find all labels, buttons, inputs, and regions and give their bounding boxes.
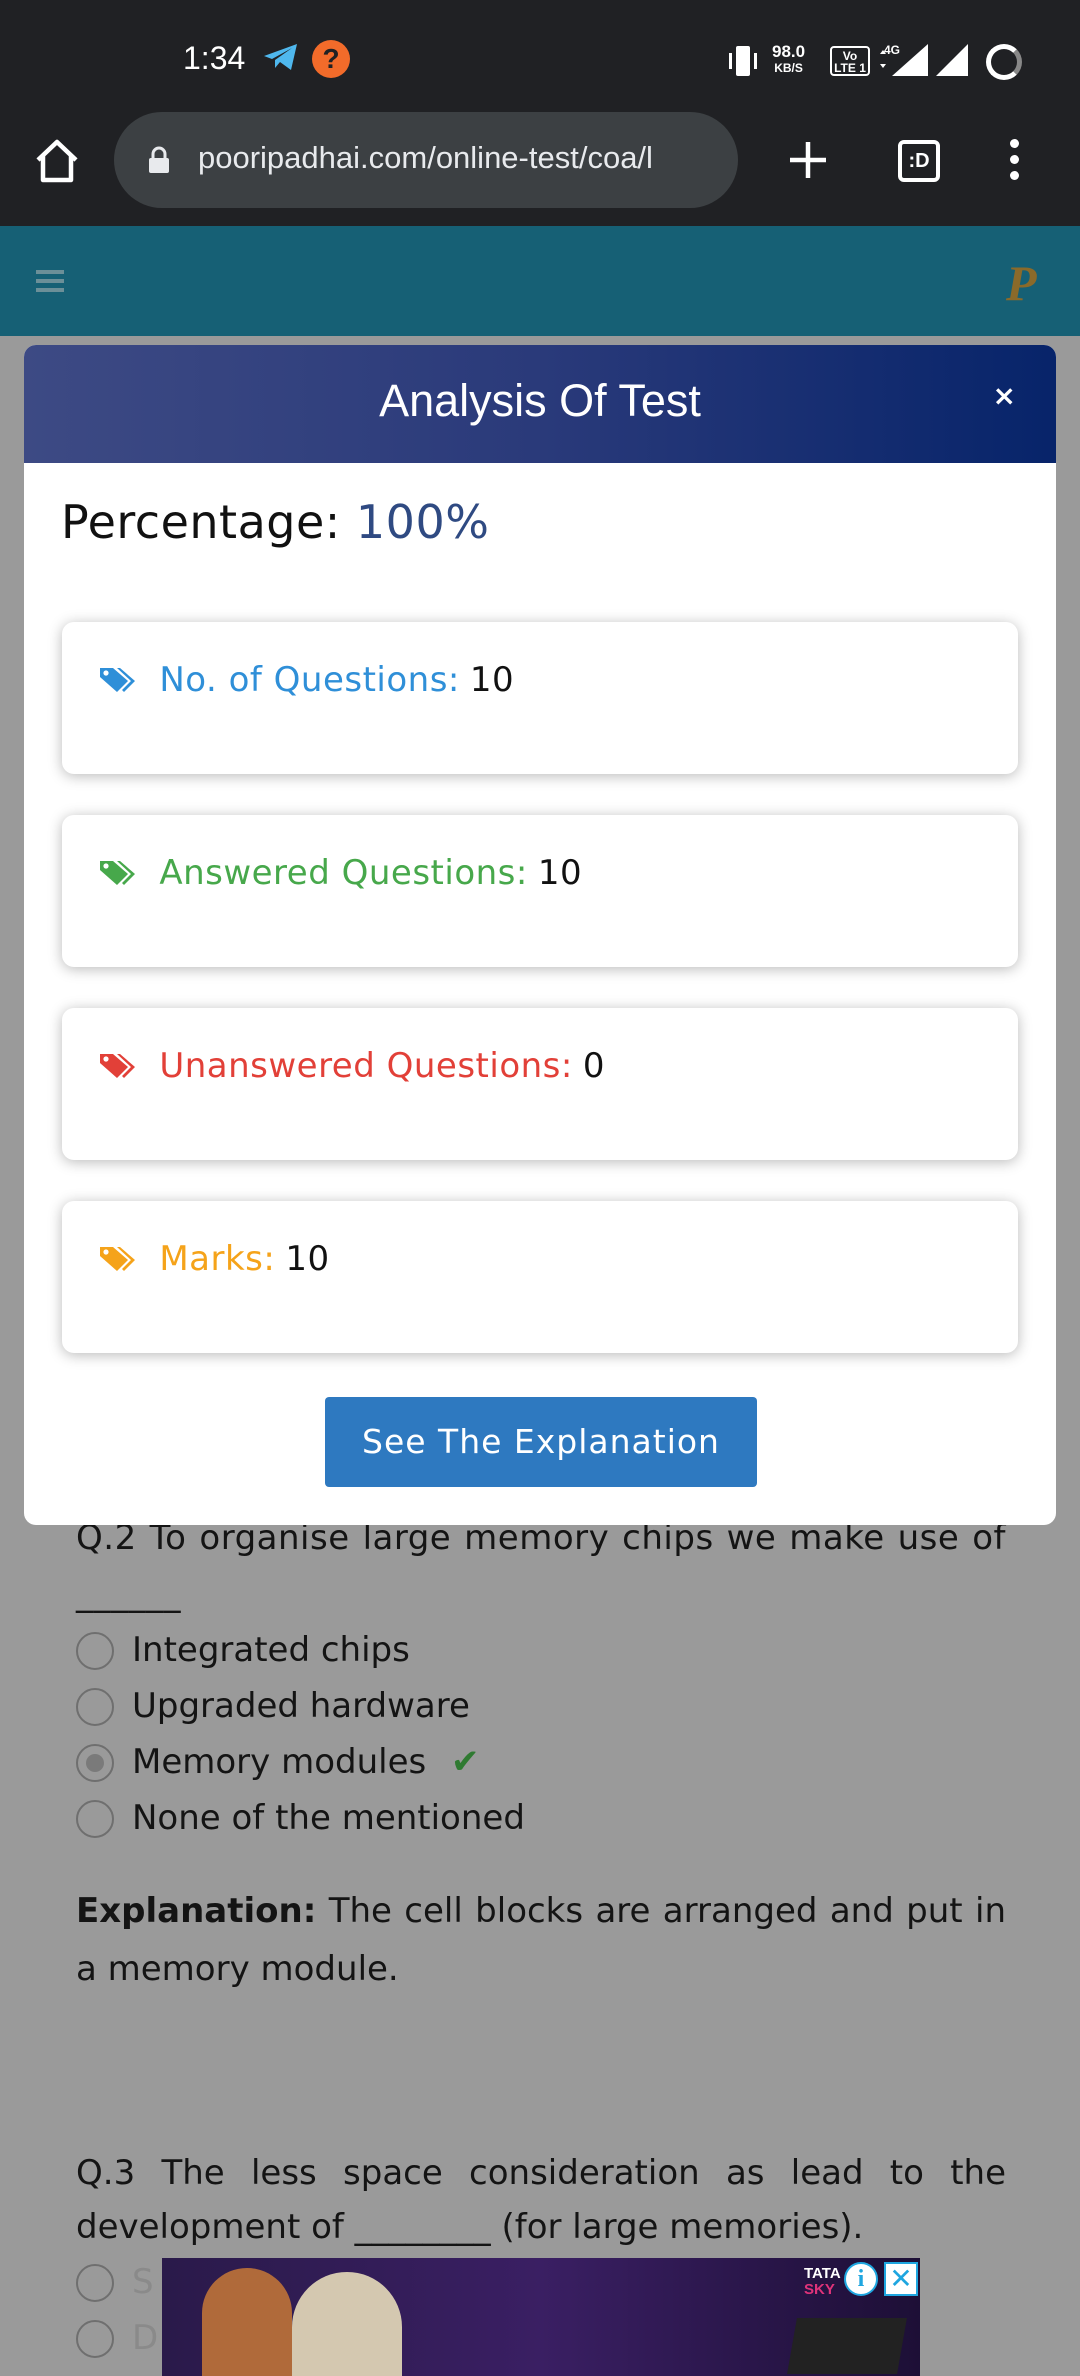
stat-card-answered: Answered Questions: 10: [62, 815, 1018, 967]
analysis-modal: Analysis Of Test × Percentage: 100% No. …: [24, 345, 1056, 1525]
lock-icon: [149, 146, 169, 173]
option-upgraded-hardware[interactable]: Upgraded hardware: [76, 1678, 1006, 1734]
ad-image-device: [787, 2318, 907, 2374]
vibrate-icon: [729, 46, 757, 76]
stat-label: No. of Questions:: [159, 660, 460, 700]
ad-brand-name: TATA: [804, 2265, 841, 2282]
battery-icon: [986, 44, 1022, 80]
option-label: Integrated chips: [132, 1630, 410, 1670]
radio-button[interactable]: [76, 2264, 114, 2302]
site-logo: P: [1006, 255, 1037, 311]
telegram-icon: [264, 44, 297, 70]
modal-title: Analysis Of Test: [379, 375, 701, 426]
tags-icon: [100, 861, 135, 885]
home-icon[interactable]: [34, 138, 80, 184]
correct-check-icon: ✔: [451, 1742, 480, 1782]
ad-image-person: [292, 2272, 402, 2376]
signal-icon: [936, 44, 968, 76]
tags-icon: [100, 1247, 135, 1271]
tags-icon: [100, 668, 135, 692]
tab-switcher-button[interactable]: :D: [898, 140, 940, 182]
percentage-value: 100%: [355, 495, 490, 549]
option-label: D: [132, 2318, 159, 2358]
stat-label: Answered Questions:: [159, 853, 528, 893]
question-2-text: Q.2 To organise large memory chips we ma…: [76, 1518, 1006, 1614]
percentage-label: Percentage:: [61, 495, 341, 549]
stat-card-marks: Marks: 10: [62, 1201, 1018, 1353]
ad-brand: TATA SKY: [804, 2266, 841, 2298]
radio-button-selected[interactable]: [76, 1744, 114, 1782]
volte-icon: Vo LTE 1: [830, 46, 870, 76]
tags-icon: [100, 1054, 135, 1078]
percentage-summary: Percentage: 100%: [61, 495, 489, 549]
radio-button[interactable]: [76, 1688, 114, 1726]
ad-image-person: [202, 2268, 292, 2376]
modal-close-button[interactable]: ×: [993, 379, 1016, 412]
ad-banner[interactable]: TATA SKY i ✕: [162, 2258, 920, 2376]
radio-button[interactable]: [76, 2320, 114, 2358]
site-header: P: [0, 226, 1080, 336]
new-tab-icon[interactable]: [786, 138, 830, 182]
ad-close-icon[interactable]: ✕: [884, 2262, 918, 2296]
option-label: S: [132, 2262, 154, 2302]
url-text: pooripadhai.com/online-test/coa/l: [198, 140, 653, 175]
option-integrated-chips[interactable]: Integrated chips: [76, 1622, 1006, 1678]
svg-text:4G: 4G: [884, 43, 900, 57]
net-speed: 98.0 KB/S: [772, 42, 806, 76]
stat-value: 0: [582, 1046, 605, 1086]
stat-label: Unanswered Questions:: [159, 1046, 573, 1086]
stat-label: Marks:: [159, 1239, 276, 1279]
net-speed-unit: KB/S: [774, 61, 803, 75]
stat-card-unanswered: Unanswered Questions: 0: [62, 1008, 1018, 1160]
stat-card-questions: No. of Questions: 10: [62, 622, 1018, 774]
radio-button[interactable]: [76, 1632, 114, 1670]
hamburger-menu-icon[interactable]: [36, 270, 64, 292]
option-label: None of the mentioned: [132, 1798, 525, 1838]
ad-brand-sub: SKY: [804, 2281, 835, 2298]
overflow-menu-icon[interactable]: [1000, 136, 1028, 184]
radio-button[interactable]: [76, 1800, 114, 1838]
see-explanation-button[interactable]: See The Explanation: [325, 1397, 757, 1487]
explanation-label: Explanation:: [76, 1891, 317, 1931]
ad-info-icon[interactable]: i: [844, 2262, 878, 2296]
stat-value: 10: [285, 1239, 330, 1279]
status-bar: 1:34 ? 98.0 KB/S Vo LTE 1 4G: [0, 0, 1080, 118]
help-notification-icon: ?: [312, 40, 350, 78]
address-bar[interactable]: pooripadhai.com/online-test/coa/l: [114, 112, 738, 208]
option-label: Upgraded hardware: [132, 1686, 470, 1726]
option-label: Memory modules: [132, 1742, 427, 1782]
explanation: Explanation: The cell blocks are arrange…: [76, 1882, 1006, 1998]
signal-4g-icon: 4G: [880, 43, 928, 76]
question-3-text: Q.3 The less space consideration as lead…: [76, 2153, 1006, 2247]
status-time: 1:34: [183, 40, 246, 76]
option-none-of-the-mentioned[interactable]: None of the mentioned: [76, 1790, 1006, 1846]
net-speed-value: 98.0: [772, 42, 806, 61]
option-memory-modules[interactable]: Memory modules ✔: [76, 1734, 1006, 1790]
stat-value: 10: [469, 660, 515, 700]
question-area: Q.2 To organise large memory chips we ma…: [76, 1510, 1006, 2366]
modal-header: Analysis Of Test ×: [24, 345, 1056, 463]
stat-value: 10: [537, 853, 583, 893]
